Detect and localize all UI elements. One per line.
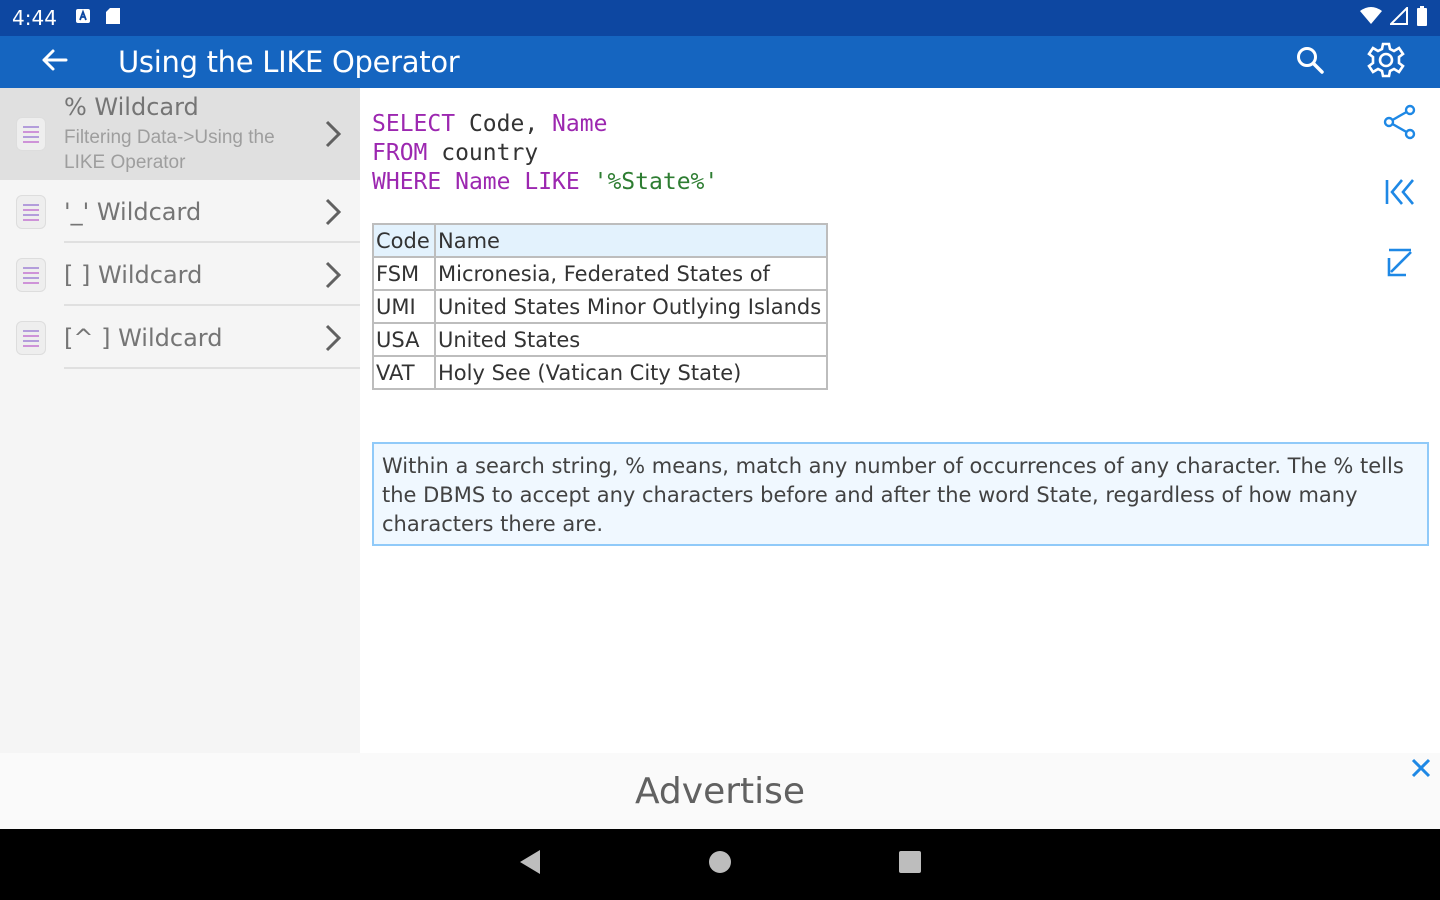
back-triangle-icon [518,849,542,880]
table-cell: UMI [372,289,436,324]
query-result-table: Code Name FSM Micronesia, Federated Stat… [372,223,828,390]
table-header-row: Code Name [372,223,828,258]
signal-icon [1388,5,1408,30]
list-item-subtitle: Filtering Data->Using the LIKE Operator [64,127,275,173]
sql-space [511,169,525,195]
last-page-button[interactable] [1380,244,1420,284]
table-cell: USA [372,322,436,357]
chevron-right-icon [318,261,348,289]
table-cell: Micronesia, Federated States of [434,256,828,291]
topic-thumbnail-icon [16,320,46,355]
status-bar: 4:44 [0,0,1440,36]
app-bar-actions [1286,38,1410,86]
ad-label: Advertise [634,770,806,812]
first-page-icon [1383,177,1417,212]
content-actions [1380,104,1420,284]
topic-list: % Wildcard Filtering Data->Using the LIK… [0,88,360,753]
search-icon [1295,45,1325,80]
home-circle-icon [707,849,733,880]
column-header-code: Code [372,223,436,258]
chevron-right-icon [318,324,348,352]
chevron-right-icon [318,120,348,148]
page-title: Using the LIKE Operator [118,45,460,79]
table-row: VAT Holy See (Vatican City State) [372,355,828,390]
list-item-title: '_' Wildcard [64,197,202,226]
notification-a-icon [75,8,91,29]
sql-keyword: Name [552,111,608,137]
sql-space [580,169,594,195]
nav-back-button[interactable] [500,835,560,895]
recents-square-icon [898,850,922,879]
settings-button[interactable] [1362,38,1410,86]
topic-thumbnail-icon [16,117,46,151]
column-header-name: Name [434,223,828,258]
sql-keyword: FROM [372,140,428,166]
topic-thumbnail-icon [16,194,46,229]
share-button[interactable] [1380,104,1420,144]
last-page-icon [1385,246,1415,283]
table-row: USA United States [372,322,828,357]
sd-card-icon [105,7,121,30]
chevron-right-icon [318,198,348,226]
list-item-title: [ ] Wildcard [64,260,203,289]
table-cell: United States [434,322,828,357]
divider [64,367,360,369]
ad-banner[interactable]: Advertise [0,753,1440,829]
sql-keyword: Name [455,169,511,195]
wifi-icon [1360,6,1382,30]
table-row: FSM Micronesia, Federated States of [372,256,828,291]
ad-close-button[interactable] [1406,755,1436,785]
sql-keyword: LIKE [524,169,580,195]
nav-home-button[interactable] [690,835,750,895]
app-bar: Using the LIKE Operator [0,36,1440,88]
sql-keyword: SELECT [372,111,456,137]
search-button[interactable] [1286,38,1334,86]
list-item-caret-wildcard[interactable]: [^ ] Wildcard [0,306,360,369]
share-icon [1382,104,1418,145]
table-cell: Holy See (Vatican City State) [434,355,828,390]
list-item-underscore-wildcard[interactable]: '_' Wildcard [0,180,360,243]
sql-string: '%State%' [593,169,719,195]
arrow-left-icon [40,48,68,77]
close-icon [1411,758,1431,783]
status-system-icons [1360,5,1428,31]
sql-text: country [427,140,539,166]
list-item-title: % Wildcard [64,93,199,121]
sql-code-block: SELECT Code, Name FROM country WHERE Nam… [372,110,718,197]
table-cell: United States Minor Outlying Islands [434,289,828,324]
table-cell: FSM [372,256,436,291]
sql-text: Code, [455,111,553,137]
list-item-title: [^ ] Wildcard [64,323,223,352]
lesson-content: SELECT Code, Name FROM country WHERE Nam… [360,88,1440,753]
nav-recents-button[interactable] [880,835,940,895]
list-item-percent-wildcard[interactable]: % Wildcard Filtering Data->Using the LIK… [0,88,360,180]
list-item-brackets-wildcard[interactable]: [ ] Wildcard [0,243,360,306]
system-nav-bar [0,829,1440,900]
gear-icon [1367,41,1405,84]
table-row: UMI United States Minor Outlying Islands [372,289,828,324]
first-page-button[interactable] [1380,174,1420,214]
back-button[interactable] [26,36,82,88]
explanation-note: Within a search string, % means, match a… [372,442,1429,546]
status-notification-icons [75,7,121,30]
sql-space [441,169,455,195]
battery-icon [1416,5,1428,31]
status-time: 4:44 [12,6,57,30]
sql-keyword: WHERE [372,169,442,195]
table-cell: VAT [372,355,436,390]
topic-thumbnail-icon [16,257,46,292]
